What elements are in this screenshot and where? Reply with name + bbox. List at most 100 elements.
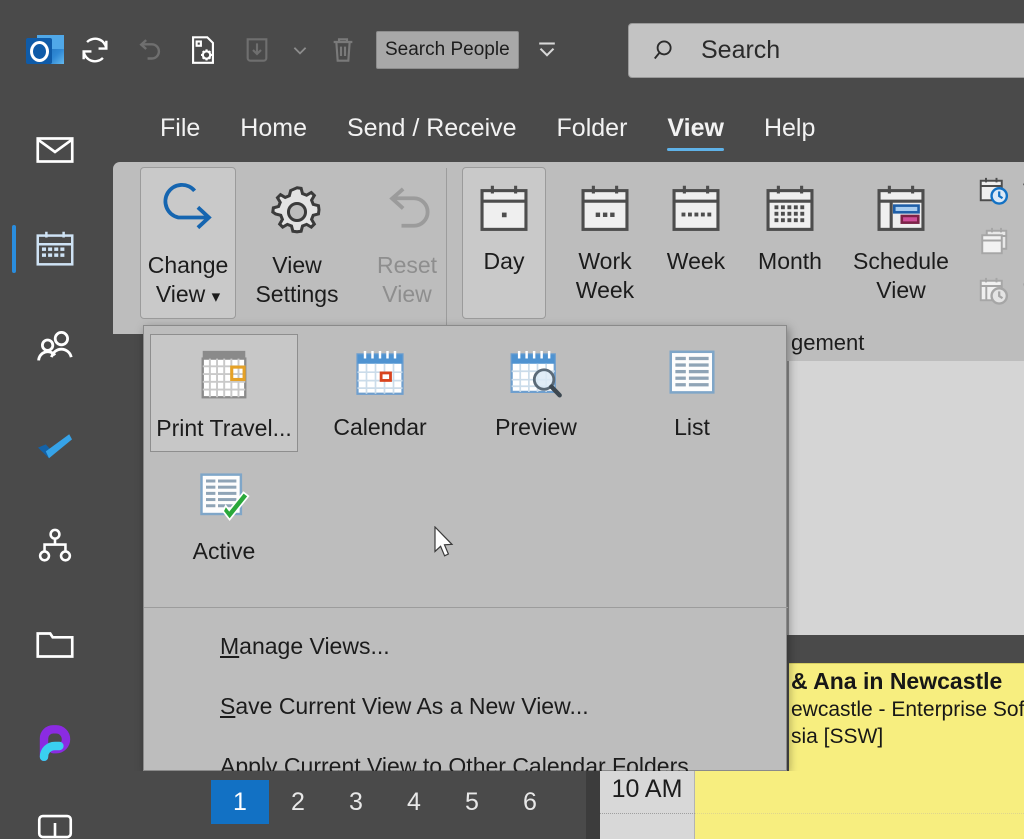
tab-send-receive[interactable]: Send / Receive xyxy=(327,110,537,153)
date-cell[interactable]: 3 xyxy=(327,780,385,824)
schedule-view-label-line2: View xyxy=(876,274,925,307)
sidebar-item-people[interactable] xyxy=(0,298,110,397)
tab-view[interactable]: View xyxy=(647,110,744,153)
list-view-icon xyxy=(663,346,721,404)
calendar-view-icon xyxy=(350,346,410,404)
preview-view-icon xyxy=(506,346,566,404)
sidebar-item-todo[interactable] xyxy=(0,397,110,496)
search-people-input[interactable]: Search People xyxy=(376,31,519,69)
time-scale-icon xyxy=(977,174,1013,210)
date-cell[interactable]: 13 xyxy=(501,828,559,839)
quick-access-toolbar: Search People xyxy=(0,0,563,100)
month-view-button[interactable]: Month xyxy=(735,167,845,278)
calendar-scrollbar[interactable] xyxy=(586,771,600,839)
onenote-loop-icon xyxy=(33,722,77,766)
date-navigator: 1 2 3 4 5 6 7 8 9 10 11 12 13 xyxy=(110,776,598,839)
calendar-month-icon xyxy=(759,179,821,241)
tab-file[interactable]: File xyxy=(140,110,220,153)
date-cell[interactable]: 10 xyxy=(327,828,385,839)
date-cell[interactable]: 7 xyxy=(153,828,211,839)
change-view-dropdown-menu: Print Travel... xyxy=(143,325,787,771)
calendar-background-panel xyxy=(787,325,1024,635)
navigation-rail xyxy=(0,100,110,839)
reset-undo-icon xyxy=(374,179,440,245)
schedule-view-button[interactable]: Schedule View xyxy=(835,167,967,307)
menu-item-save-current-view-label: Save Current View As a New View... xyxy=(220,693,589,720)
time-label: 10 AM xyxy=(600,771,694,804)
work-time-icon xyxy=(977,274,1013,310)
work-time-button: Wo xyxy=(977,274,1024,310)
reset-view-button: Reset View xyxy=(357,167,457,311)
menu-item-save-current-view[interactable]: Save Current View As a New View... xyxy=(144,676,788,736)
delete-icon xyxy=(316,22,370,78)
sidebar-item-onenote[interactable] xyxy=(0,694,110,793)
date-cell[interactable]: 6 xyxy=(501,780,559,824)
tab-help[interactable]: Help xyxy=(744,110,835,153)
date-cell[interactable]: 5 xyxy=(443,780,501,824)
search-placeholder: Search xyxy=(701,36,780,65)
mouse-pointer-icon xyxy=(434,526,456,560)
gallery-item-list-label: List xyxy=(674,414,710,441)
calendar-day-icon xyxy=(473,179,535,241)
menu-item-manage-views[interactable]: Manage Views... xyxy=(144,616,788,676)
gallery-item-calendar-label: Calendar xyxy=(333,414,426,441)
date-cell-selected[interactable]: 1 xyxy=(211,780,269,824)
gallery-item-active[interactable]: Active xyxy=(150,458,298,576)
folder-icon xyxy=(32,622,78,668)
sidebar-item-mail[interactable] xyxy=(0,100,110,199)
arrangement-group-label: gement xyxy=(787,325,1024,361)
folder-settings-icon[interactable] xyxy=(176,22,230,78)
overlay-icon xyxy=(977,224,1013,260)
sidebar-item-more-apps[interactable] xyxy=(0,793,110,839)
outlook-window: Search People Search File Home Send / Re… xyxy=(0,0,1024,839)
tab-folder[interactable]: Folder xyxy=(537,110,648,153)
view-settings-button[interactable]: View Settings xyxy=(241,167,353,311)
schedule-view-icon xyxy=(870,179,932,241)
date-cell[interactable]: 12 xyxy=(443,828,501,839)
view-settings-label-line2: Settings xyxy=(255,278,338,311)
gear-icon xyxy=(264,179,330,245)
half-hour-divider xyxy=(600,813,695,814)
view-gallery: Print Travel... xyxy=(144,326,786,598)
menu-item-manage-views-label: Manage Views... xyxy=(220,633,390,660)
tab-home[interactable]: Home xyxy=(220,110,327,153)
selection-indicator xyxy=(12,225,16,273)
gallery-item-calendar[interactable]: Calendar xyxy=(306,334,454,452)
title-bar: Search People Search xyxy=(0,0,1024,100)
date-cell[interactable]: 2 xyxy=(269,780,327,824)
accelerator-key: S xyxy=(220,693,235,719)
calendar-appointment-continued[interactable] xyxy=(695,771,1024,839)
appointment-location: ewcastle - Enterprise Sof xyxy=(789,695,1024,722)
send-receive-all-icon[interactable] xyxy=(68,22,122,78)
sidebar-item-folders[interactable] xyxy=(0,595,110,694)
more-apps-icon xyxy=(34,802,76,839)
gallery-item-print-travel[interactable]: Print Travel... xyxy=(150,334,298,452)
half-hour-divider xyxy=(695,813,1024,814)
change-view-arrow-icon xyxy=(153,179,223,245)
day-view-label: Day xyxy=(484,245,525,278)
menu-separator xyxy=(144,607,788,608)
search-input[interactable]: Search xyxy=(628,23,1024,78)
arrangement-group-label-text: gement xyxy=(787,325,1024,361)
sidebar-item-groups[interactable] xyxy=(0,496,110,595)
mail-icon xyxy=(32,127,78,173)
work-week-view-button[interactable]: Work Week xyxy=(553,167,657,307)
calendar-icon xyxy=(32,226,78,272)
day-view-button[interactable]: Day xyxy=(462,167,546,278)
sidebar-item-calendar[interactable] xyxy=(0,199,110,298)
date-cell[interactable]: 8 xyxy=(211,828,269,839)
gallery-item-print-travel-label: Print Travel... xyxy=(156,415,291,442)
date-cell[interactable]: 11 xyxy=(385,828,443,839)
change-view-label-line2: View ▾ xyxy=(156,278,220,313)
print-travel-view-icon xyxy=(192,347,256,405)
date-cell[interactable]: 4 xyxy=(385,780,443,824)
customize-quick-access-icon[interactable] xyxy=(531,22,563,78)
time-scale-button[interactable]: Tim xyxy=(977,174,1024,210)
people-icon xyxy=(31,324,79,372)
date-cell[interactable]: 9 xyxy=(269,828,327,839)
week-view-label: Week xyxy=(667,245,725,278)
gallery-item-list[interactable]: List xyxy=(618,334,766,452)
week-view-button[interactable]: Week xyxy=(645,167,747,278)
change-view-button[interactable]: Change View ▾ xyxy=(140,167,236,313)
gallery-item-preview[interactable]: Preview xyxy=(462,334,610,452)
